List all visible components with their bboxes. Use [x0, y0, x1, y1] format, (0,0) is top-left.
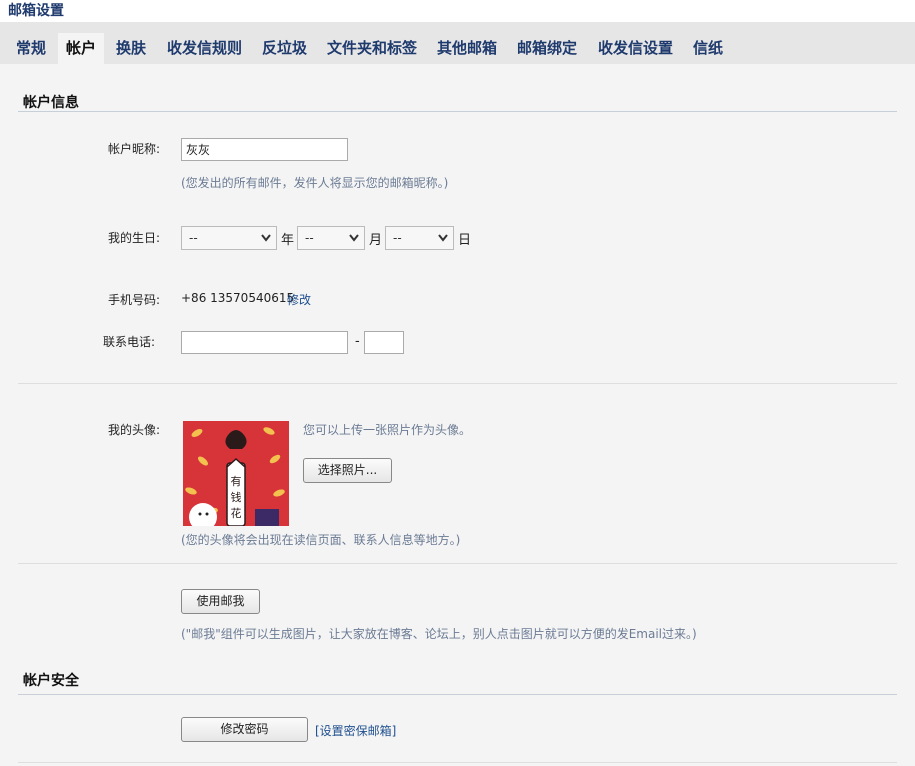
avatar-hint: (您的头像将会出现在读信页面、联系人信息等地方。)	[181, 533, 461, 547]
settings-tabbar: 常规 帐户 换肤 收发信规则 反垃圾 文件夹和标签 其他邮箱 邮箱绑定 收发信设…	[0, 22, 915, 64]
tab-mailbox-binding[interactable]: 邮箱绑定	[509, 33, 585, 64]
tab-anti-spam[interactable]: 反垃圾	[254, 33, 315, 64]
avatar-label: 我的头像:	[107, 423, 160, 437]
tab-stationery[interactable]: 信纸	[685, 33, 731, 64]
tab-send-receive[interactable]: 收发信设置	[590, 33, 681, 64]
avatar-upload-hint: 您可以上传一张照片作为头像。	[303, 423, 472, 437]
chevron-down-icon	[348, 227, 360, 257]
tab-other-mailbox[interactable]: 其他邮箱	[429, 33, 505, 64]
nickname-hint: (您发出的所有邮件，发件人将显示您的邮箱昵称。)	[181, 176, 449, 190]
day-unit: 日	[458, 233, 472, 248]
account-info-heading: 帐户信息	[23, 95, 79, 111]
phone-separator: -	[355, 334, 360, 349]
svg-text:花: 花	[231, 507, 242, 520]
nickname-label: 帐户昵称:	[107, 142, 160, 156]
svg-text:钱: 钱	[231, 490, 242, 504]
birth-day-select[interactable]: --	[385, 226, 454, 250]
birth-day-value: --	[393, 231, 402, 245]
contact-phone-label: 联系电话:	[102, 335, 155, 349]
app-title: 邮箱设置	[8, 3, 64, 19]
mobile-edit-link[interactable]: 修改	[287, 291, 311, 308]
nickname-input[interactable]	[181, 138, 348, 161]
tab-mail-rules[interactable]: 收发信规则	[159, 33, 250, 64]
tab-general[interactable]: 常规	[8, 33, 54, 64]
set-security-email-link[interactable]: [设置密保邮箱]	[315, 722, 396, 739]
tab-folders-tags[interactable]: 文件夹和标签	[319, 33, 425, 64]
mobile-label: 手机号码:	[107, 293, 160, 307]
year-unit: 年	[281, 233, 295, 248]
use-mail-me-button[interactable]: 使用邮我	[181, 589, 260, 614]
divider	[18, 563, 897, 564]
choose-photo-button[interactable]: 选择照片...	[303, 458, 392, 483]
divider	[18, 762, 897, 763]
birth-year-value: --	[189, 231, 198, 245]
birth-month-value: --	[305, 231, 314, 245]
mobile-number: +86 13570540615	[181, 291, 295, 305]
avatar: 有 钱 花	[183, 421, 289, 526]
chevron-down-icon	[437, 227, 449, 257]
chevron-down-icon	[260, 227, 272, 257]
birthday-label: 我的生日:	[107, 231, 160, 245]
mail-me-hint: ("邮我"组件可以生成图片，让大家放在博客、论坛上，别人点击图片就可以方便的发E…	[181, 627, 697, 641]
avatar-image: 有 钱 花	[183, 421, 289, 526]
divider	[18, 383, 897, 384]
month-unit: 月	[369, 233, 383, 248]
svg-text:有: 有	[231, 474, 242, 488]
phone-extension-input[interactable]	[364, 331, 404, 354]
contact-phone-input[interactable]	[181, 331, 348, 354]
section-divider	[18, 111, 897, 112]
birth-year-select[interactable]: --	[181, 226, 277, 250]
birth-month-select[interactable]: --	[297, 226, 365, 250]
window-titlebar: 邮箱设置	[0, 0, 915, 22]
tab-account[interactable]: 帐户	[58, 33, 105, 64]
change-password-button[interactable]: 修改密码	[181, 717, 308, 742]
section-divider	[18, 694, 897, 695]
tab-skin[interactable]: 换肤	[108, 33, 154, 64]
account-security-heading: 帐户安全	[23, 673, 79, 689]
